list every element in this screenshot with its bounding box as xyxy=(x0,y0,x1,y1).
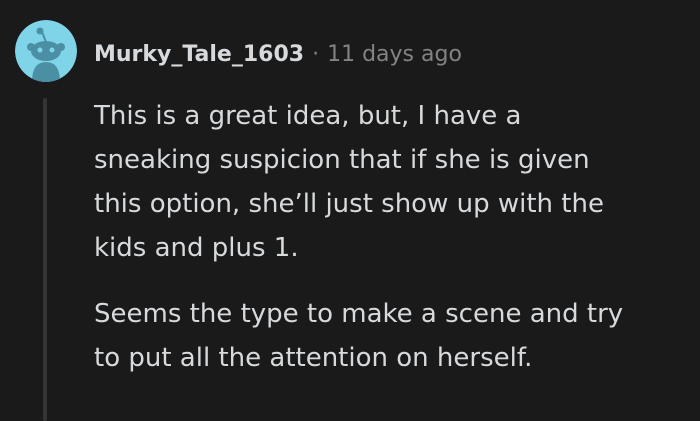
snoo-avatar-icon xyxy=(15,20,77,82)
comment-meta: Murky_Tale_1603 · 11 days ago xyxy=(94,36,462,72)
comment-paragraph: This is a great idea, but, I have a snea… xyxy=(94,101,604,263)
comment-timestamp[interactable]: 11 days ago xyxy=(327,42,462,67)
comment-body: This is a great idea, but, I have a snea… xyxy=(94,94,694,380)
thread-collapse-line[interactable] xyxy=(43,98,47,421)
meta-separator: · xyxy=(312,41,320,67)
user-avatar[interactable] xyxy=(15,20,77,82)
author-username[interactable]: Murky_Tale_1603 xyxy=(94,42,304,67)
comment: Murky_Tale_1603 · 11 days ago This is a … xyxy=(0,0,700,421)
comment-paragraph: Seems the type to make a scene and try t… xyxy=(94,299,624,373)
